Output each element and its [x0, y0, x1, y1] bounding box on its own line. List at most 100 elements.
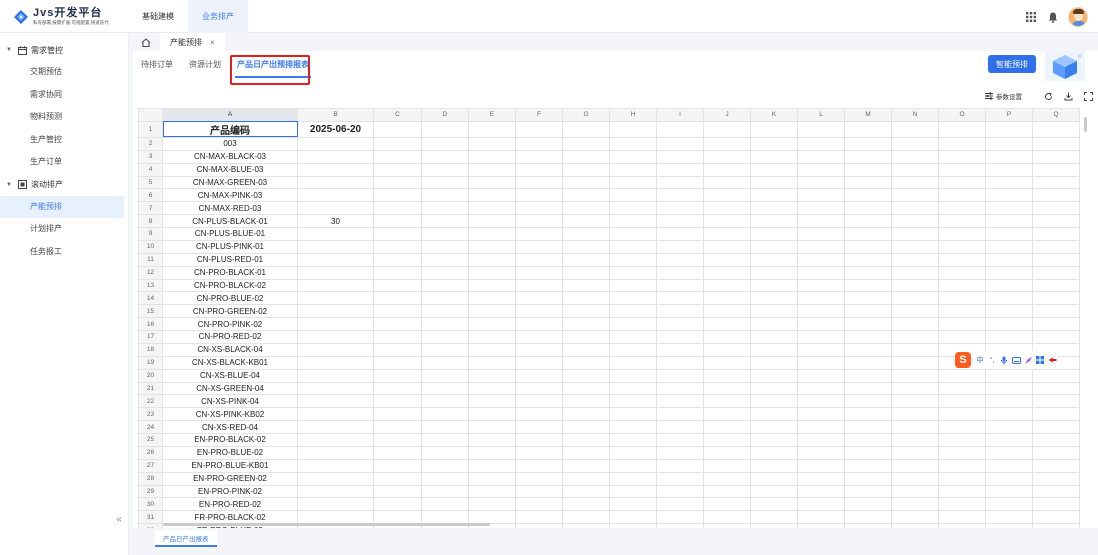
cell-N10[interactable] — [891, 239, 939, 254]
cell-K15[interactable] — [750, 304, 798, 319]
cell-B23[interactable] — [297, 407, 374, 422]
column-header[interactable]: I — [656, 108, 704, 122]
cell-H23[interactable] — [609, 407, 657, 422]
cell-P27[interactable] — [985, 458, 1033, 473]
bell-icon[interactable] — [1042, 6, 1064, 28]
cell-J18[interactable] — [703, 342, 751, 357]
sheet-tab-daily-output[interactable]: 产品日产出报表 — [155, 530, 217, 547]
cell-B10[interactable] — [297, 239, 374, 254]
cell-N26[interactable] — [891, 445, 939, 460]
cell-J8[interactable] — [703, 214, 751, 228]
cell-L27[interactable] — [797, 458, 845, 473]
cell-I16[interactable] — [656, 317, 704, 331]
cell-A29[interactable]: EN-PRO-PINK-02 — [162, 484, 298, 499]
cell-F6[interactable] — [515, 188, 563, 203]
cell-A19[interactable]: CN-XS-BLACK-KB01 — [162, 355, 298, 370]
cell-H17[interactable] — [609, 330, 657, 344]
cell-D27[interactable] — [421, 458, 469, 473]
ime-logo-icon[interactable]: S — [955, 352, 971, 368]
cell-G10[interactable] — [562, 239, 610, 254]
cell-Q3[interactable] — [1032, 149, 1080, 164]
cell-E17[interactable] — [468, 330, 516, 344]
cell-M25[interactable] — [844, 433, 892, 447]
cell-L17[interactable] — [797, 330, 845, 344]
cell-G17[interactable] — [562, 330, 610, 344]
cell-D8[interactable] — [421, 214, 469, 228]
cell-J26[interactable] — [703, 445, 751, 460]
cell-D30[interactable] — [421, 497, 469, 512]
cell-M19[interactable] — [844, 355, 892, 370]
cell-M30[interactable] — [844, 497, 892, 512]
ime-chinese-mode[interactable]: 中 — [975, 355, 985, 365]
cell-P21[interactable] — [985, 381, 1033, 396]
cell-D24[interactable] — [421, 420, 469, 434]
cell-O30[interactable] — [938, 497, 986, 512]
cell-N9[interactable] — [891, 227, 939, 241]
keyboard-icon[interactable] — [1011, 355, 1021, 365]
cell-Q20[interactable] — [1032, 368, 1080, 383]
cell-C18[interactable] — [373, 342, 422, 357]
cell-J24[interactable] — [703, 420, 751, 434]
cell-O7[interactable] — [938, 201, 986, 216]
cell-I7[interactable] — [656, 201, 704, 216]
cell-F28[interactable] — [515, 471, 563, 486]
cell-C11[interactable] — [373, 252, 422, 267]
cell-F15[interactable] — [515, 304, 563, 319]
cell-C10[interactable] — [373, 239, 422, 254]
cell-I17[interactable] — [656, 330, 704, 344]
cell-O29[interactable] — [938, 484, 986, 499]
cell-K9[interactable] — [750, 227, 798, 241]
cell-H5[interactable] — [609, 175, 657, 190]
cell-J11[interactable] — [703, 252, 751, 267]
cell-H22[interactable] — [609, 394, 657, 409]
column-header[interactable]: J — [703, 108, 751, 122]
cell-P23[interactable] — [985, 407, 1033, 422]
cell-M31[interactable] — [844, 510, 892, 525]
cell-A4[interactable]: CN-MAX-BLUE-03 — [162, 162, 298, 177]
cell-O26[interactable] — [938, 445, 986, 460]
cell-G30[interactable] — [562, 497, 610, 512]
cell-K27[interactable] — [750, 458, 798, 473]
column-header[interactable]: E — [468, 108, 516, 122]
cell-F21[interactable] — [515, 381, 563, 396]
spreadsheet-grid[interactable]: ABCDEFGHIJKLMNOPQ 1 产品编码 2025-06-20 2 003 3 CN… — [138, 108, 1088, 528]
cell-Q21[interactable] — [1032, 381, 1080, 396]
cell-E16[interactable] — [468, 317, 516, 331]
cell-I15[interactable] — [656, 304, 704, 319]
cell-H18[interactable] — [609, 342, 657, 357]
cell-L13[interactable] — [797, 278, 845, 293]
cell-A30[interactable]: EN-PRO-RED-02 — [162, 497, 298, 512]
cell-A8[interactable]: CN-PLUS-BLACK-01 — [162, 214, 298, 228]
cell-J10[interactable] — [703, 239, 751, 254]
cell-N21[interactable] — [891, 381, 939, 396]
cell-J25[interactable] — [703, 433, 751, 447]
cell-Q30[interactable] — [1032, 497, 1080, 512]
cell-K19[interactable] — [750, 355, 798, 370]
row-number[interactable]: 21 — [138, 381, 163, 396]
column-header[interactable]: F — [515, 108, 563, 122]
cell-E5[interactable] — [468, 175, 516, 190]
cell-M5[interactable] — [844, 175, 892, 190]
corner-cell[interactable] — [138, 108, 163, 122]
cell-J14[interactable] — [703, 291, 751, 306]
cell-I22[interactable] — [656, 394, 704, 409]
cell-Q26[interactable] — [1032, 445, 1080, 460]
cell-G27[interactable] — [562, 458, 610, 473]
cell-L12[interactable] — [797, 265, 845, 280]
cell-A31[interactable]: FR-PRO-BLACK-02 — [162, 510, 298, 525]
cell-P2[interactable] — [985, 136, 1033, 151]
row-number[interactable]: 20 — [138, 368, 163, 383]
cell-F22[interactable] — [515, 394, 563, 409]
cell-P1[interactable] — [985, 120, 1033, 138]
cell-H26[interactable] — [609, 445, 657, 460]
cell-H21[interactable] — [609, 381, 657, 396]
row-number[interactable]: 12 — [138, 265, 163, 280]
cell-H28[interactable] — [609, 471, 657, 486]
cell-P31[interactable] — [985, 510, 1033, 525]
cell-B29[interactable] — [297, 484, 374, 499]
cell-A20[interactable]: CN-XS-BLUE-04 — [162, 368, 298, 383]
cell-L19[interactable] — [797, 355, 845, 370]
cell-M20[interactable] — [844, 368, 892, 383]
cell-C12[interactable] — [373, 265, 422, 280]
cell-P7[interactable] — [985, 201, 1033, 216]
